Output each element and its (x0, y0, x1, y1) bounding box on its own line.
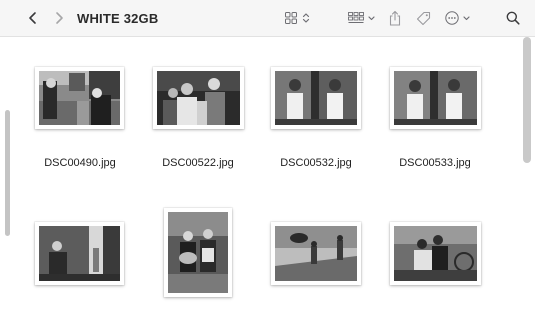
chevron-down-icon (368, 15, 375, 20)
photo-thumbnail (35, 67, 124, 129)
forward-button[interactable] (52, 0, 66, 36)
toolbar: WHITE 32GB (0, 0, 535, 37)
more-ellipsis-icon (445, 11, 459, 25)
file-name: DSC00532.jpg (280, 157, 352, 169)
view-mode-button[interactable] (285, 0, 310, 36)
group-by-button[interactable] (348, 0, 376, 36)
search-icon (506, 11, 520, 25)
chevron-right-icon (56, 12, 63, 24)
share-icon (389, 10, 401, 26)
photo-thumbnail (271, 222, 361, 285)
file-name: DSC00522.jpg (162, 157, 234, 169)
file-name: DSC00533.jpg (399, 157, 471, 169)
tag-icon (416, 11, 431, 25)
search-button[interactable] (506, 0, 520, 36)
sidebar-scrollbar[interactable] (5, 110, 10, 236)
window-title: WHITE 32GB (77, 10, 159, 26)
chevron-down-icon (463, 15, 470, 20)
tag-button[interactable] (416, 0, 431, 36)
photo-thumbnail (35, 222, 124, 285)
file-name: DSC00490.jpg (44, 157, 116, 169)
more-actions-button[interactable] (445, 0, 471, 36)
group-by-icon (348, 12, 364, 23)
chevron-left-icon (29, 12, 36, 24)
grid-view-icon (285, 12, 297, 24)
back-button[interactable] (26, 0, 40, 36)
photo-thumbnail (390, 222, 481, 285)
photo-thumbnail (271, 67, 361, 129)
vertical-scrollbar[interactable] (523, 37, 531, 163)
share-button[interactable] (389, 0, 401, 36)
photo-thumbnail (164, 208, 232, 297)
photo-thumbnail (390, 67, 481, 129)
photo-thumbnail (153, 67, 244, 129)
up-down-chevron-icon (302, 13, 310, 23)
